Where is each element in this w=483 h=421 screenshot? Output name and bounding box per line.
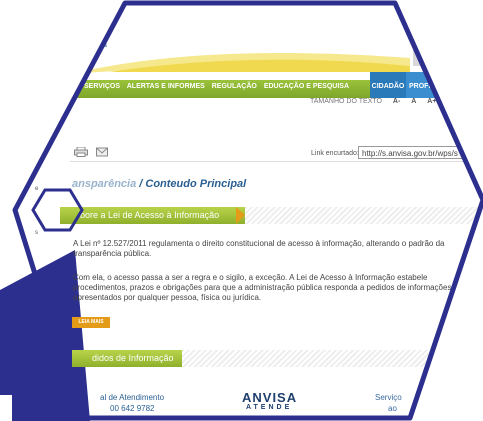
nav-item-regulacao[interactable]: REGULAÇÃO (212, 83, 257, 90)
breadcrumb: ansparência / Conteudo Principal (72, 178, 246, 190)
lai-paragraph-1: A Lei nº 12.527/2011 regulamenta o direi… (73, 239, 445, 258)
header-swoosh (70, 53, 410, 74)
nav-items: SERVIÇOS ALERTAS E INFORMES REGULAÇÃO ED… (84, 83, 354, 90)
tab-cidadao[interactable]: CIDADÃO (370, 72, 406, 98)
service-link-continued: ao (388, 404, 397, 413)
nav-item-educacao[interactable]: EDUCAÇÃO E PESQUISA (264, 83, 349, 90)
text-size-controls: TAMANHO DO TEXTO A- A A+ (310, 98, 436, 105)
email-icon[interactable] (96, 147, 108, 157)
central-phone-number: 00 642 9782 (110, 404, 155, 413)
nav-item-servicos[interactable]: SERVIÇOS (84, 83, 120, 90)
read-more-button[interactable]: LEIA MAIS (72, 317, 110, 328)
text-size-increase-button[interactable]: A+ (427, 98, 436, 105)
section-header-arrow (236, 207, 245, 224)
section-header-stripes (182, 350, 432, 367)
short-link-label: Link encurtado: (311, 150, 359, 157)
text-size-decrease-button[interactable]: A- (393, 98, 400, 105)
section-header-stripes (245, 207, 483, 224)
text-size-label: TAMANHO DO TEXTO (310, 98, 382, 105)
breadcrumb-parent[interactable]: ansparência (72, 178, 136, 190)
print-icon[interactable] (74, 147, 88, 157)
section-header-pedidos: didos de Informação (72, 350, 182, 367)
anvisa-atende-subtitle: ATENDE (246, 404, 293, 411)
anvisa-atende-logo[interactable]: ANVISA (242, 390, 297, 405)
service-link[interactable]: Serviço (375, 393, 402, 402)
toolbar-divider (70, 161, 470, 162)
breadcrumb-separator: / (136, 178, 146, 190)
central-atendimento-link[interactable]: al de Atendimento (100, 393, 164, 402)
section-header-lai: bore a Lei de Acesso à Informação (60, 207, 245, 224)
lai-paragraph-2: Com ela, o acesso passa a ser a regra e … (73, 273, 452, 302)
nav-item-alertas[interactable]: ALERTAS E INFORMES (127, 83, 205, 90)
breadcrumb-current: Conteudo Principal (145, 178, 247, 190)
text-size-normal-button[interactable]: A (411, 98, 416, 105)
screenshot-stage: e s ria SERVIÇOS ALERTAS E INFORMES REGU… (0, 0, 483, 421)
